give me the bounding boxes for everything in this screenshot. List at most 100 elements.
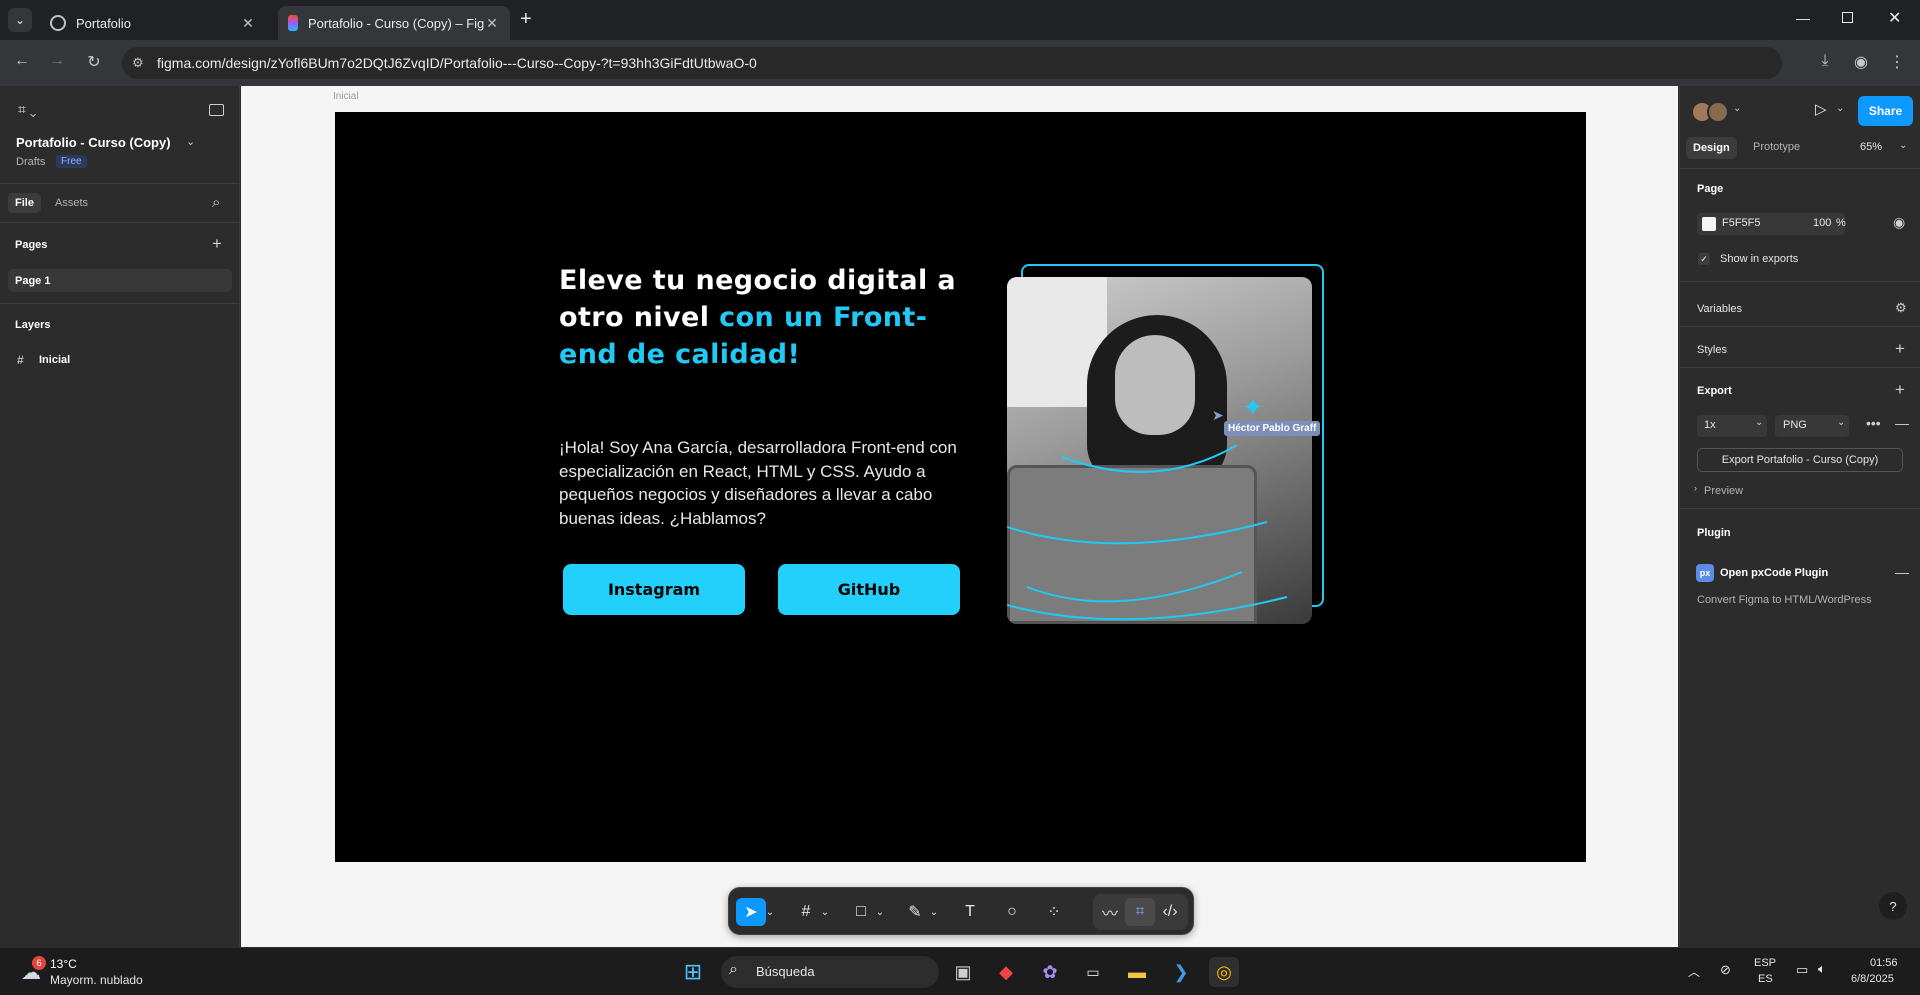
instagram-button[interactable]: Instagram — [563, 564, 745, 615]
show-in-exports-checkbox[interactable]: ✓ — [1698, 253, 1710, 265]
add-style-icon[interactable]: + — [1895, 339, 1905, 359]
draw-mode-icon[interactable]: 〰 — [1095, 898, 1125, 926]
actions-tool-icon[interactable]: ⁘ — [1039, 898, 1069, 926]
vscode-icon[interactable]: ❯ — [1166, 957, 1196, 987]
figma-right-panel: ⌄ ▷ ⌄ Share Design Prototype 65% ⌄ Page … — [1679, 86, 1920, 947]
clock-time[interactable]: 01:56 — [1870, 957, 1898, 969]
add-page-icon[interactable]: + — [212, 234, 222, 254]
clock-date[interactable]: 6/8/2025 — [1851, 973, 1894, 985]
app-red-icon[interactable]: ◆ — [991, 957, 1021, 987]
address-url[interactable]: figma.com/design/zYofl6BUm7o2DQtJ6ZvqID/… — [157, 55, 757, 71]
add-export-icon[interactable]: + — [1895, 380, 1905, 400]
menu-kebab-icon[interactable]: ⋮ — [1886, 52, 1908, 72]
download-icon[interactable]: ⤓ — [1814, 52, 1836, 70]
text-tool-icon[interactable]: T — [955, 898, 985, 926]
tab-prototype[interactable]: Prototype — [1753, 141, 1800, 153]
display-icon[interactable]: ▭ — [1796, 962, 1808, 978]
rectangle-tool-icon[interactable]: □ — [846, 898, 876, 926]
search-icon[interactable]: ⌕ — [212, 194, 220, 211]
close-tab-icon[interactable]: ✕ — [484, 15, 500, 32]
frame-icon: # — [17, 353, 24, 367]
github-button[interactable]: GitHub — [778, 564, 960, 615]
toggle-sidebar-icon[interactable] — [209, 104, 224, 116]
visibility-eye-icon[interactable]: ◉ — [1893, 214, 1905, 231]
drafts-label[interactable]: Drafts — [16, 156, 45, 168]
dev-mode-icon[interactable]: ‹/› — [1155, 898, 1185, 926]
page-color-hex[interactable]: F5F5F5 — [1722, 217, 1761, 229]
remove-plugin-icon[interactable]: — — [1895, 564, 1909, 580]
frame-label[interactable]: Inicial — [333, 91, 359, 102]
zoom-level[interactable]: 65% — [1860, 141, 1882, 153]
preview-chevron-icon[interactable]: › — [1694, 483, 1697, 493]
variables-heading[interactable]: Variables — [1697, 303, 1742, 315]
move-tool-icon[interactable]: ➤ — [736, 898, 766, 926]
minimize-icon[interactable]: — — [1796, 10, 1810, 26]
pen-tool-chevron-icon[interactable]: ⌄ — [927, 898, 941, 926]
tab-file[interactable]: File — [8, 193, 41, 213]
present-play-icon[interactable]: ▷ — [1815, 100, 1827, 118]
avatars-chevron-icon[interactable]: ⌄ — [1733, 103, 1741, 114]
profile-photo[interactable]: ✦ — [1007, 277, 1312, 624]
site-info-icon[interactable]: ⚙ — [132, 55, 144, 71]
export-button[interactable]: Export Portafolio - Curso (Copy) — [1697, 448, 1903, 472]
multiplayer-cursor-icon: ➤ — [1212, 407, 1224, 423]
design-mode-icon[interactable]: ⌗ — [1125, 898, 1155, 926]
export-scale-value: 1x — [1704, 419, 1716, 431]
network-offline-icon[interactable]: ⊘ — [1720, 962, 1731, 978]
copilot-icon[interactable]: ✿ — [1035, 957, 1065, 987]
file-name[interactable]: Portafolio - Curso (Copy) — [16, 135, 171, 150]
windows-start-icon[interactable]: ⊞ — [678, 957, 708, 987]
avatar[interactable] — [1707, 101, 1729, 123]
task-view-icon[interactable]: ▣ — [948, 957, 978, 987]
chrome-icon[interactable]: ◎ — [1209, 957, 1239, 987]
rectangle-tool-chevron-icon[interactable]: ⌄ — [873, 898, 887, 926]
reload-icon[interactable]: ↻ — [83, 52, 105, 72]
tab-assets[interactable]: Assets — [55, 197, 88, 209]
pages-heading[interactable]: Pages — [15, 239, 47, 251]
profile-icon[interactable]: ◉ — [1850, 52, 1872, 72]
close-window-icon[interactable]: ✕ — [1888, 8, 1901, 28]
browser-tab[interactable]: Portafolio ✕ — [40, 6, 266, 40]
page-opacity-value[interactable]: 100 — [1813, 217, 1831, 229]
share-button[interactable]: Share — [1858, 96, 1913, 126]
design-frame-inicial[interactable]: Eleve tu negocio digital a otro nivel co… — [335, 112, 1586, 862]
frame-tool-icon[interactable]: # — [791, 898, 821, 926]
preview-toggle[interactable]: Preview — [1704, 485, 1743, 497]
figma-menu-icon[interactable]: ⌗ ⌄ — [18, 101, 36, 118]
variables-settings-icon[interactable]: ⚙ — [1895, 300, 1907, 316]
hero-paragraph[interactable]: ¡Hola! Soy Ana García, desarrolladora Fr… — [559, 436, 959, 530]
close-tab-icon[interactable]: ✕ — [240, 15, 256, 32]
back-icon[interactable]: ← — [11, 52, 33, 70]
restore-icon[interactable] — [1842, 12, 1853, 23]
present-chevron-icon[interactable]: ⌄ — [1836, 103, 1844, 114]
export-more-icon[interactable]: ••• — [1866, 415, 1881, 431]
divider — [1680, 326, 1920, 327]
remove-export-icon[interactable]: — — [1895, 415, 1909, 431]
frame-tool-chevron-icon[interactable]: ⌄ — [818, 898, 832, 926]
pen-tool-icon[interactable]: ✎ — [900, 898, 930, 926]
language-bottom[interactable]: ES — [1758, 973, 1773, 985]
forward-icon[interactable]: → — [46, 52, 68, 70]
taskbar-search-box[interactable] — [721, 956, 939, 988]
browser-tab-active[interactable]: Portafolio - Curso (Copy) – Figm ✕ — [278, 6, 510, 40]
help-button[interactable]: ? — [1879, 892, 1907, 920]
zoom-chevron-icon[interactable]: ⌄ — [1899, 140, 1907, 151]
tab-design[interactable]: Design — [1686, 137, 1737, 159]
plugin-name[interactable]: Open pxCode Plugin — [1720, 567, 1828, 579]
volume-icon[interactable]: 🔈︎ — [1818, 961, 1826, 977]
new-tab-button[interactable]: + — [520, 8, 532, 31]
tab-search-button[interactable]: ⌄ — [8, 8, 32, 32]
file-name-chevron-icon[interactable]: ⌄ — [186, 135, 195, 148]
comment-tool-icon[interactable]: ○ — [997, 898, 1027, 926]
styles-heading[interactable]: Styles — [1697, 344, 1727, 356]
terminal-icon[interactable]: ▭ — [1078, 957, 1108, 987]
weather-temp[interactable]: 13°C — [50, 957, 77, 971]
layer-item-inicial[interactable]: Inicial — [39, 354, 70, 366]
move-tool-chevron-icon[interactable]: ⌄ — [763, 898, 777, 926]
page-color-swatch[interactable] — [1702, 217, 1716, 231]
tray-chevron-icon[interactable]: ︿ — [1688, 963, 1700, 980]
language-top[interactable]: ESP — [1754, 957, 1776, 969]
weather-desc[interactable]: Mayorm. nublado — [50, 973, 143, 987]
file-explorer-icon[interactable]: ▬ — [1122, 957, 1152, 987]
hero-heading[interactable]: Eleve tu negocio digital a otro nivel co… — [559, 262, 979, 373]
